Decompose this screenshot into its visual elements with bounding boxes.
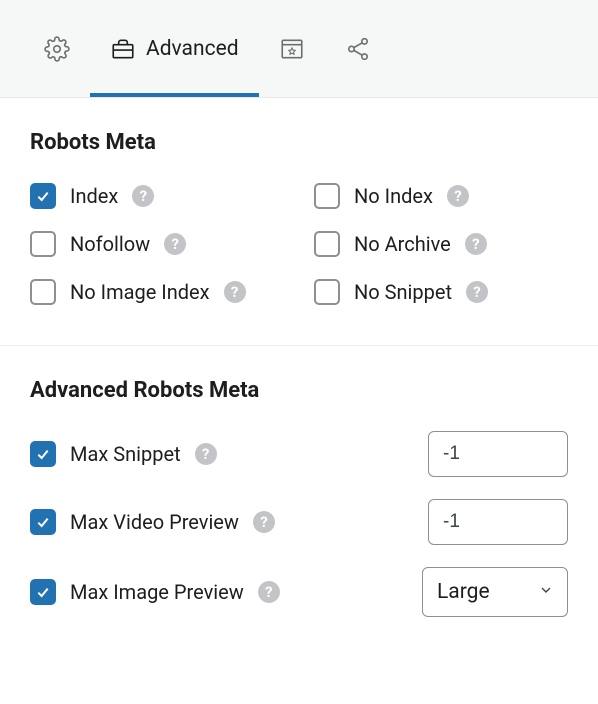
check-row-nofollow: Nofollow ? [30, 231, 284, 257]
robots-meta-title: Robots Meta [30, 130, 568, 155]
tab-advanced[interactable]: Advanced [90, 0, 259, 97]
check-row-index: Index ? [30, 183, 284, 209]
tab-social[interactable] [325, 0, 391, 97]
select-wrapper-max-image-preview: Large [422, 567, 568, 617]
input-max-video-preview[interactable] [428, 499, 568, 545]
help-icon[interactable]: ? [224, 281, 246, 303]
gear-icon [44, 36, 70, 62]
section-robots-meta: Robots Meta Index ? No Index ? Nofollow … [0, 98, 598, 345]
help-icon[interactable]: ? [164, 233, 186, 255]
browser-star-icon [279, 36, 305, 62]
checkbox-no-image-index[interactable] [30, 279, 56, 305]
row-max-image-preview: Max Image Preview ? Large [30, 567, 568, 617]
label-no-index: No Index [354, 184, 433, 208]
checkbox-index[interactable] [30, 183, 56, 209]
share-nodes-icon [345, 36, 371, 62]
help-icon[interactable]: ? [466, 281, 488, 303]
help-icon[interactable]: ? [258, 581, 280, 603]
label-index: Index [70, 184, 118, 208]
tabs-bar: Advanced [0, 0, 598, 98]
checkbox-no-snippet[interactable] [314, 279, 340, 305]
robots-meta-grid: Index ? No Index ? Nofollow ? No Archive… [30, 183, 568, 305]
advanced-robots-meta-title: Advanced Robots Meta [30, 378, 568, 403]
section-advanced-robots-meta: Advanced Robots Meta Max Snippet ? Max V… [0, 345, 598, 657]
checkbox-no-index[interactable] [314, 183, 340, 209]
checkbox-nofollow[interactable] [30, 231, 56, 257]
label-no-archive: No Archive [354, 232, 451, 256]
check-row-no-snippet: No Snippet ? [314, 279, 568, 305]
help-icon[interactable]: ? [253, 511, 275, 533]
checkbox-no-archive[interactable] [314, 231, 340, 257]
tab-schema[interactable] [259, 0, 325, 97]
help-icon[interactable]: ? [132, 185, 154, 207]
toolbox-icon [110, 36, 136, 62]
help-icon[interactable]: ? [195, 443, 217, 465]
check-row-no-index: No Index ? [314, 183, 568, 209]
help-icon[interactable]: ? [465, 233, 487, 255]
label-max-video-preview: Max Video Preview [70, 510, 239, 534]
label-no-image-index: No Image Index [70, 280, 210, 304]
tab-general[interactable] [24, 0, 90, 97]
label-max-image-preview: Max Image Preview [70, 580, 244, 604]
input-max-snippet[interactable] [428, 431, 568, 477]
label-nofollow: Nofollow [70, 232, 150, 256]
checkbox-max-snippet[interactable] [30, 441, 56, 467]
check-row-no-archive: No Archive ? [314, 231, 568, 257]
check-row-no-image-index: No Image Index ? [30, 279, 284, 305]
checkbox-max-video-preview[interactable] [30, 509, 56, 535]
select-max-image-preview[interactable]: Large [422, 567, 568, 617]
row-max-video-preview: Max Video Preview ? [30, 499, 568, 545]
row-max-snippet: Max Snippet ? [30, 431, 568, 477]
label-max-snippet: Max Snippet [70, 442, 181, 466]
checkbox-max-image-preview[interactable] [30, 579, 56, 605]
help-icon[interactable]: ? [447, 185, 469, 207]
tab-advanced-label: Advanced [146, 37, 239, 61]
label-no-snippet: No Snippet [354, 280, 452, 304]
